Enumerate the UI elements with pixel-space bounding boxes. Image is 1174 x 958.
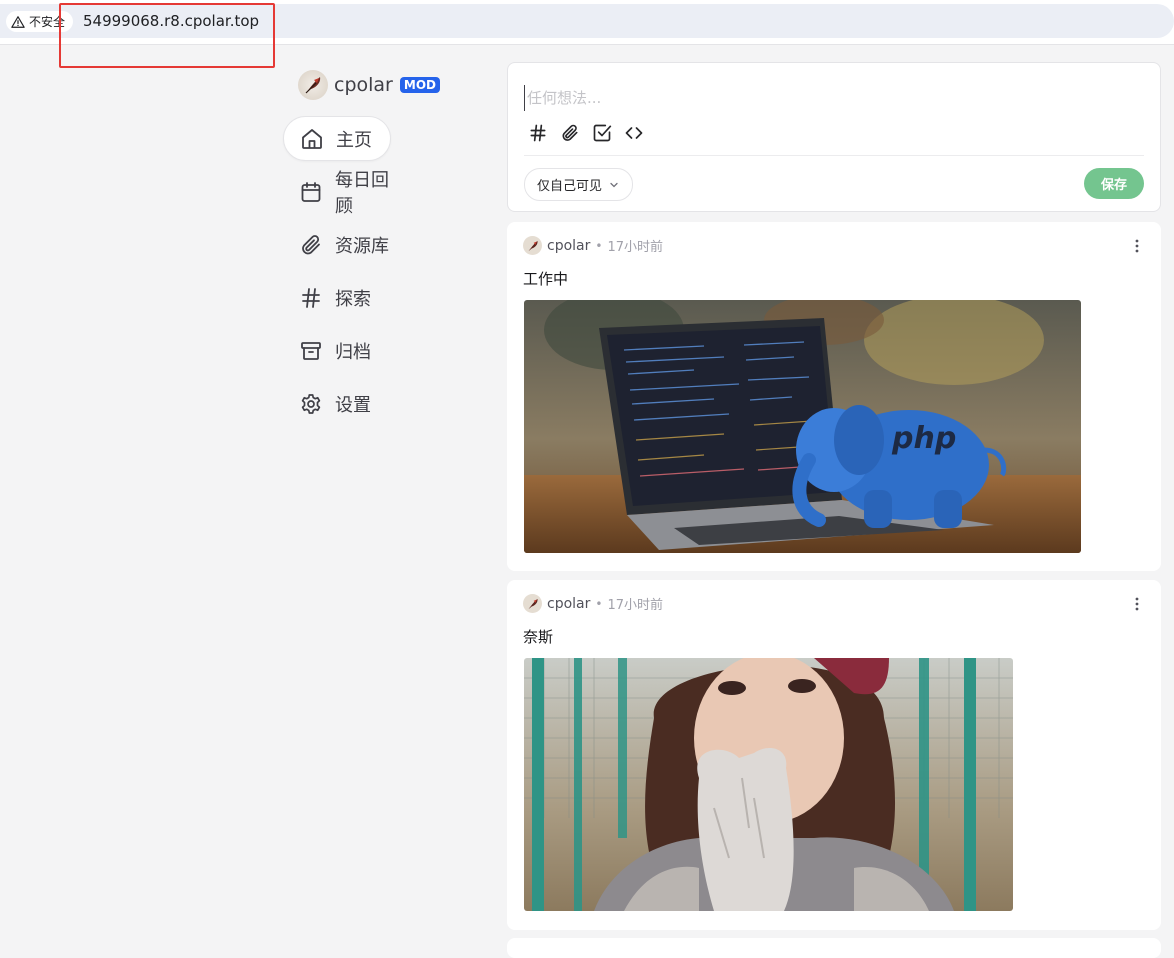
paperclip-icon <box>302 234 320 254</box>
gear-icon <box>301 393 321 414</box>
memo-author[interactable]: cpolar <box>547 596 590 612</box>
separator-dot: • <box>595 238 603 253</box>
sidebar-nav: 主页 每日回顾 资源库 探索 归档 设置 <box>283 116 483 434</box>
visibility-select[interactable]: 仅自己可见 <box>524 168 634 201</box>
memo-card: cpolar • 17小时前 奈斯 <box>507 580 1161 930</box>
avatar <box>298 70 328 100</box>
role-badge: MOD <box>399 77 440 93</box>
code-icon <box>625 127 643 139</box>
memo-time[interactable]: 17小时前 <box>607 236 663 255</box>
memo-content: 工作中 <box>523 270 569 288</box>
memo-card <box>507 938 1161 958</box>
memo-content: 奈斯 <box>523 628 554 646</box>
editor-divider <box>524 155 1144 156</box>
sidebar-item-label: 主页 <box>336 129 372 151</box>
feather-logo-icon <box>528 598 538 609</box>
memo-card: cpolar • 17小时前 工作中 php <box>507 222 1161 571</box>
memo-time[interactable]: 17小时前 <box>607 594 663 613</box>
tag-button[interactable] <box>528 123 548 143</box>
feather-logo-icon <box>528 240 538 251</box>
more-options-icon[interactable] <box>1129 238 1145 254</box>
chevron-down-icon <box>610 182 618 187</box>
feather-logo-icon <box>305 77 321 94</box>
sidebar-item-resources[interactable]: 资源库 <box>283 222 391 267</box>
memo-header: cpolar • 17小时前 <box>523 594 663 613</box>
sidebar-item-label: 设置 <box>335 394 371 416</box>
calendar-icon <box>301 181 321 202</box>
memo-input[interactable] <box>524 85 1129 111</box>
sidebar-item-archive[interactable]: 归档 <box>283 328 391 373</box>
paperclip-icon <box>562 124 578 141</box>
checkbox-icon <box>593 124 612 142</box>
code-button[interactable] <box>624 123 644 143</box>
more-options-icon[interactable] <box>1129 596 1145 612</box>
sidebar-item-label: 探索 <box>335 288 371 310</box>
svg-text:php: php <box>891 421 956 456</box>
memo-editor: 仅自己可见 保存 <box>507 62 1161 212</box>
memo-header: cpolar • 17小时前 <box>523 236 663 255</box>
memo-author[interactable]: cpolar <box>547 238 590 254</box>
sidebar-item-label: 资源库 <box>335 235 389 257</box>
brand[interactable]: cpolar MOD <box>298 69 440 101</box>
sidebar-item-label: 归档 <box>335 341 371 363</box>
sidebar-item-explore[interactable]: 探索 <box>283 275 391 320</box>
sidebar-item-home[interactable]: 主页 <box>283 116 391 161</box>
hash-icon <box>302 287 320 308</box>
annotation-highlight-box <box>59 3 275 68</box>
visibility-label: 仅自己可见 <box>537 179 603 194</box>
memo-image-portrait[interactable] <box>524 658 1013 911</box>
avatar[interactable] <box>523 594 542 613</box>
checklist-button[interactable] <box>592 123 612 143</box>
brand-name: cpolar <box>334 74 393 96</box>
home-icon <box>302 128 322 149</box>
warning-triangle-icon <box>11 15 25 28</box>
hash-icon <box>530 124 546 142</box>
sidebar-item-daily-review[interactable]: 每日回顾 <box>283 169 391 217</box>
archive-icon <box>301 341 321 360</box>
sidebar-item-settings[interactable]: 设置 <box>283 381 391 426</box>
editor-toolbar <box>528 123 644 143</box>
attach-button[interactable] <box>560 123 580 143</box>
memo-image-laptop-php-elephant[interactable]: php <box>524 300 1081 553</box>
avatar[interactable] <box>523 236 542 255</box>
sidebar-item-label: 每日回顾 <box>335 169 389 217</box>
separator-dot: • <box>595 596 603 611</box>
save-button[interactable]: 保存 <box>1084 168 1144 199</box>
